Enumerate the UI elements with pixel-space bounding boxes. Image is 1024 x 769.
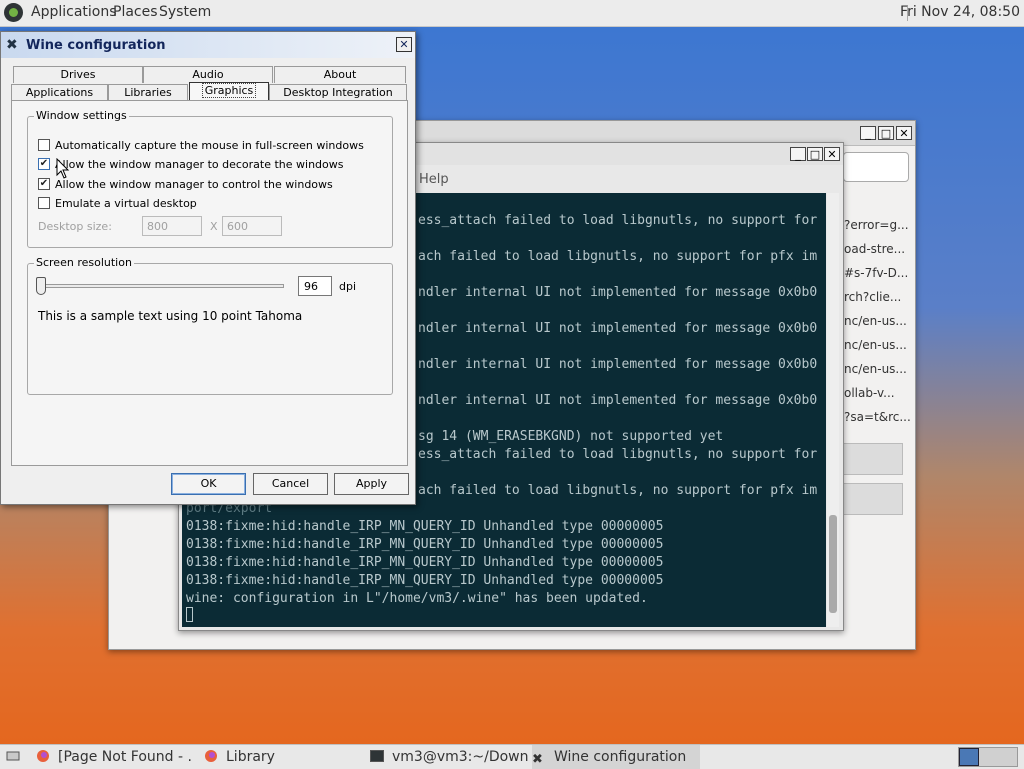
browser-link-list: ?error=g... oad-stre... #s-7fv-D... rch?… [844, 213, 910, 429]
tools-icon: ✖ [6, 37, 18, 53]
dialog-titlebar[interactable]: ✖ Wine configuration ✕ [1, 32, 415, 58]
taskbar: [Page Not Found - ... Library vm3@vm3:~/… [0, 744, 1024, 769]
terminal-line: ess_attach failed to load libgnutls, no … [418, 447, 818, 462]
tab-graphics[interactable]: Graphics [189, 82, 269, 101]
firefox-icon [205, 750, 217, 762]
task-wine-configuration[interactable]: ✖ Wine configuration [532, 745, 700, 769]
task-library[interactable]: Library [204, 745, 354, 769]
browser-search-field[interactable] [843, 152, 909, 182]
scrollbar-thumb[interactable] [829, 515, 837, 613]
terminal-line: ess_attach failed to load libgnutls, no … [418, 213, 818, 228]
sample-text: This is a sample text using 10 point Tah… [38, 309, 303, 323]
terminal-line: ndler internal UI not implemented for me… [418, 285, 818, 300]
close-icon[interactable]: ✕ [396, 37, 412, 52]
dpi-input[interactable]: 96 [298, 276, 332, 296]
apply-button[interactable]: Apply [334, 473, 409, 495]
task-page-not-found[interactable]: [Page Not Found - ... [36, 745, 192, 769]
tab-graphics-label: Graphics [201, 83, 257, 98]
workspace-switcher[interactable] [958, 747, 1018, 767]
list-item[interactable]: #s-7fv-D... [844, 261, 910, 285]
task-label: vm3@vm3:~/Downl... [392, 749, 528, 765]
terminal-icon [370, 750, 384, 762]
menu-system[interactable]: System [159, 4, 211, 20]
window-settings-group: Window settings Automatically capture th… [27, 109, 393, 248]
tab-panel-graphics: Window settings Automatically capture th… [11, 100, 408, 466]
menu-applications[interactable]: Applications [31, 4, 117, 20]
close-icon[interactable]: ✕ [824, 147, 840, 161]
distro-logo-icon[interactable] [4, 3, 23, 22]
terminal-line: 0138:fixme:hid:handle_IRP_MN_QUERY_ID Un… [186, 555, 664, 570]
checkbox-decorate-windows[interactable]: ✔ [38, 158, 50, 170]
dialog-title: Wine configuration [26, 38, 166, 53]
list-item[interactable]: nc/en-us... [844, 357, 910, 381]
task-label: Wine configuration [554, 749, 687, 765]
terminal-line: 0138:fixme:hid:handle_IRP_MN_QUERY_ID Un… [186, 537, 664, 552]
desktop-icon [6, 751, 20, 761]
firefox-icon [37, 750, 49, 762]
menu-help[interactable]: Help [419, 172, 449, 187]
checkbox-virtual-desktop[interactable] [38, 197, 50, 209]
option-label: Allow the window manager to control the … [55, 178, 333, 191]
option-label: Automatically capture the mouse in full-… [55, 139, 364, 152]
terminal-scrollbar[interactable] [827, 193, 839, 627]
list-item[interactable]: nc/en-us... [844, 309, 910, 333]
tab-audio[interactable]: Audio [143, 66, 273, 83]
terminal-line: sg 14 (WM_ERASEBKGND) not supported yet [418, 429, 724, 444]
maximize-icon[interactable]: □ [878, 126, 894, 140]
ok-button[interactable]: OK [171, 473, 246, 495]
task-label: [Page Not Found - ... [58, 749, 192, 765]
list-item[interactable]: rch?clie... [844, 285, 910, 309]
option-label: Emulate a virtual desktop [55, 197, 197, 210]
close-icon[interactable]: ✕ [896, 126, 912, 140]
desktop-size-label: Desktop size: [38, 220, 112, 233]
mouse-pointer-icon [56, 158, 70, 179]
list-item[interactable]: ?sa=t&rc... [844, 405, 910, 429]
terminal-line: ndler internal UI not implemented for me… [418, 393, 818, 408]
minimize-icon[interactable]: _ [790, 147, 806, 161]
terminal-line: ndler internal UI not implemented for me… [418, 357, 818, 372]
desktop-width-field[interactable]: 800 [142, 216, 202, 236]
checkbox-control-windows[interactable]: ✔ [38, 178, 50, 190]
list-item[interactable]: oad-stre... [844, 237, 910, 261]
window-settings-legend: Window settings [34, 109, 129, 122]
browser-button[interactable] [843, 483, 903, 515]
checkbox-capture-mouse[interactable] [38, 139, 50, 151]
option-label: Allow the window manager to decorate the… [55, 158, 344, 171]
menu-places[interactable]: Places [113, 4, 158, 20]
browser-button[interactable] [843, 443, 903, 475]
screen-resolution-legend: Screen resolution [34, 256, 134, 269]
wine-config-dialog: ✖ Wine configuration ✕ Drives Audio Abou… [0, 31, 416, 505]
size-separator: X [210, 220, 218, 233]
screen-resolution-group: Screen resolution 96 dpi This is a sampl… [27, 256, 393, 395]
list-item[interactable]: ?error=g... [844, 213, 910, 237]
dpi-slider-track[interactable] [40, 284, 284, 288]
tools-icon: ✖ [532, 752, 543, 767]
workspace-1[interactable] [959, 748, 979, 766]
dpi-slider-thumb[interactable] [36, 277, 46, 295]
tab-about[interactable]: About [274, 66, 406, 83]
maximize-icon[interactable]: □ [807, 147, 823, 161]
terminal-cursor [186, 607, 193, 622]
desktop-height-field[interactable]: 600 [222, 216, 282, 236]
top-panel: Applications Places System Fri Nov 24, 0… [0, 0, 1024, 27]
terminal-line: ndler internal UI not implemented for me… [418, 321, 818, 336]
show-desktop-button[interactable] [6, 745, 28, 769]
list-item[interactable]: nc/en-us... [844, 333, 910, 357]
tab-libraries[interactable]: Libraries [108, 84, 188, 101]
terminal-line: wine: configuration in L"/home/vm3/.wine… [186, 591, 648, 606]
terminal-line: 0138:fixme:hid:handle_IRP_MN_QUERY_ID Un… [186, 573, 664, 588]
cancel-button[interactable]: Cancel [253, 473, 328, 495]
tab-applications[interactable]: Applications [11, 84, 108, 101]
list-item[interactable]: ollab-v... [844, 381, 910, 405]
terminal-line: 0138:fixme:hid:handle_IRP_MN_QUERY_ID Un… [186, 519, 664, 534]
task-terminal[interactable]: vm3@vm3:~/Downl... [370, 745, 528, 769]
minimize-icon[interactable]: _ [860, 126, 876, 140]
dpi-unit-label: dpi [339, 280, 357, 293]
tab-desktop-integration[interactable]: Desktop Integration [269, 84, 407, 101]
task-label: Library [226, 749, 275, 765]
terminal-line: ach failed to load libgnutls, no support… [418, 483, 818, 498]
terminal-line: ach failed to load libgnutls, no support… [418, 249, 818, 264]
tab-drives[interactable]: Drives [13, 66, 143, 83]
clock[interactable]: Fri Nov 24, 08:50 [900, 4, 1020, 20]
